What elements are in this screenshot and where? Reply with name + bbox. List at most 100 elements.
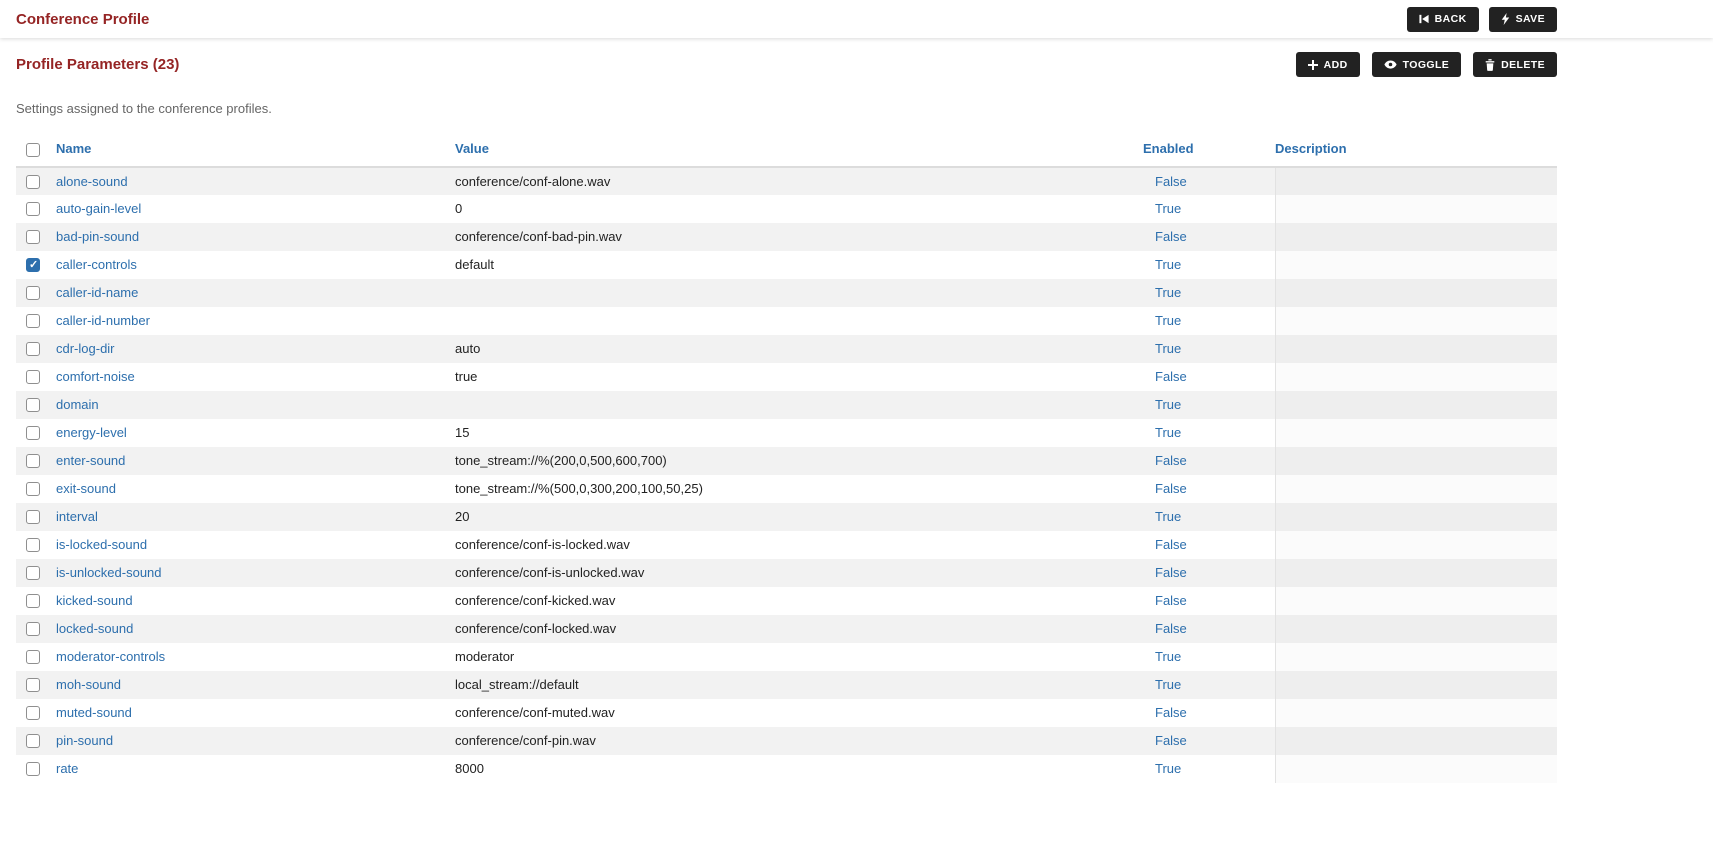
param-enabled-link[interactable]: False <box>1155 733 1187 748</box>
back-button[interactable]: BACK <box>1407 7 1479 32</box>
param-description <box>1275 167 1557 195</box>
param-enabled-link[interactable]: True <box>1155 397 1181 412</box>
param-description <box>1275 671 1557 699</box>
row-checkbox[interactable] <box>26 286 40 300</box>
param-name-link[interactable]: kicked-sound <box>56 593 133 608</box>
param-value: conference/conf-muted.wav <box>455 699 1143 727</box>
params-table-body: alone-sound conference/conf-alone.wav Fa… <box>16 167 1557 783</box>
trash-icon <box>1485 59 1495 71</box>
param-description <box>1275 363 1557 391</box>
param-enabled-link[interactable]: True <box>1155 425 1181 440</box>
param-name-link[interactable]: locked-sound <box>56 621 133 636</box>
save-button[interactable]: SAVE <box>1489 7 1557 32</box>
row-checkbox[interactable] <box>26 566 40 580</box>
param-name-link[interactable]: is-unlocked-sound <box>56 565 162 580</box>
param-enabled-link[interactable]: True <box>1155 285 1181 300</box>
param-enabled-link[interactable]: False <box>1155 174 1187 189</box>
param-name-link[interactable]: caller-id-number <box>56 313 150 328</box>
param-name-link[interactable]: exit-sound <box>56 481 116 496</box>
column-header-enabled[interactable]: Enabled <box>1143 134 1275 167</box>
param-enabled-link[interactable]: True <box>1155 201 1181 216</box>
param-value: auto <box>455 335 1143 363</box>
param-name-link[interactable]: enter-sound <box>56 453 125 468</box>
param-name-link[interactable]: rate <box>56 761 78 776</box>
bolt-icon <box>1501 13 1510 25</box>
column-header-description[interactable]: Description <box>1275 134 1557 167</box>
table-row: cdr-log-dir auto True <box>16 335 1557 363</box>
param-enabled-link[interactable]: False <box>1155 537 1187 552</box>
params-table: Name Value Enabled Description alone-sou… <box>16 134 1557 783</box>
param-value: conference/conf-pin.wav <box>455 727 1143 755</box>
select-all-checkbox[interactable] <box>26 143 40 157</box>
row-checkbox[interactable] <box>26 650 40 664</box>
row-checkbox[interactable] <box>26 482 40 496</box>
table-row: kicked-sound conference/conf-kicked.wav … <box>16 587 1557 615</box>
table-row: interval 20 True <box>16 503 1557 531</box>
param-enabled-link[interactable]: True <box>1155 341 1181 356</box>
row-checkbox[interactable] <box>26 706 40 720</box>
param-enabled-link[interactable]: False <box>1155 565 1187 580</box>
row-checkbox[interactable] <box>26 538 40 552</box>
row-checkbox[interactable] <box>26 370 40 384</box>
row-checkbox[interactable] <box>26 342 40 356</box>
column-header-name[interactable]: Name <box>56 134 455 167</box>
toolbar-actions: ADD TOGGLE DELETE <box>1296 52 1557 77</box>
row-checkbox[interactable] <box>26 454 40 468</box>
param-name-link[interactable]: alone-sound <box>56 174 128 189</box>
row-checkbox[interactable] <box>26 594 40 608</box>
param-enabled-link[interactable]: True <box>1155 313 1181 328</box>
row-checkbox[interactable] <box>26 258 40 272</box>
delete-button[interactable]: DELETE <box>1473 52 1557 77</box>
row-checkbox[interactable] <box>26 230 40 244</box>
param-value <box>455 391 1143 419</box>
param-enabled-link[interactable]: False <box>1155 621 1187 636</box>
param-value: conference/conf-alone.wav <box>455 167 1143 195</box>
param-name-link[interactable]: pin-sound <box>56 733 113 748</box>
row-checkbox[interactable] <box>26 314 40 328</box>
param-name-link[interactable]: energy-level <box>56 425 127 440</box>
param-enabled-link[interactable]: False <box>1155 593 1187 608</box>
param-enabled-link[interactable]: True <box>1155 649 1181 664</box>
row-checkbox[interactable] <box>26 202 40 216</box>
param-name-link[interactable]: bad-pin-sound <box>56 229 139 244</box>
param-name-link[interactable]: moh-sound <box>56 677 121 692</box>
param-description <box>1275 615 1557 643</box>
table-row: domain True <box>16 391 1557 419</box>
param-name-link[interactable]: auto-gain-level <box>56 201 141 216</box>
toggle-button[interactable]: TOGGLE <box>1372 52 1462 77</box>
param-name-link[interactable]: moderator-controls <box>56 649 165 664</box>
param-name-link[interactable]: interval <box>56 509 98 524</box>
param-enabled-link[interactable]: True <box>1155 761 1181 776</box>
param-name-link[interactable]: caller-controls <box>56 257 137 272</box>
column-header-value[interactable]: Value <box>455 134 1143 167</box>
param-name-link[interactable]: cdr-log-dir <box>56 341 115 356</box>
param-description <box>1275 223 1557 251</box>
toggle-button-label: TOGGLE <box>1403 59 1450 71</box>
param-enabled-link[interactable]: False <box>1155 453 1187 468</box>
param-name-link[interactable]: caller-id-name <box>56 285 138 300</box>
table-row: comfort-noise true False <box>16 363 1557 391</box>
row-checkbox[interactable] <box>26 762 40 776</box>
param-enabled-link[interactable]: True <box>1155 509 1181 524</box>
param-description <box>1275 755 1557 783</box>
row-checkbox[interactable] <box>26 678 40 692</box>
param-enabled-link[interactable]: True <box>1155 257 1181 272</box>
param-enabled-link[interactable]: False <box>1155 229 1187 244</box>
param-name-link[interactable]: muted-sound <box>56 705 132 720</box>
row-checkbox[interactable] <box>26 175 40 189</box>
add-button[interactable]: ADD <box>1296 52 1360 77</box>
row-checkbox[interactable] <box>26 734 40 748</box>
param-name-link[interactable]: is-locked-sound <box>56 537 147 552</box>
param-enabled-link[interactable]: True <box>1155 677 1181 692</box>
param-name-link[interactable]: comfort-noise <box>56 369 135 384</box>
param-enabled-link[interactable]: False <box>1155 705 1187 720</box>
add-button-label: ADD <box>1324 59 1348 71</box>
row-checkbox[interactable] <box>26 398 40 412</box>
param-enabled-link[interactable]: False <box>1155 369 1187 384</box>
row-checkbox[interactable] <box>26 426 40 440</box>
row-checkbox[interactable] <box>26 622 40 636</box>
row-checkbox[interactable] <box>26 510 40 524</box>
param-description <box>1275 335 1557 363</box>
param-name-link[interactable]: domain <box>56 397 99 412</box>
param-enabled-link[interactable]: False <box>1155 481 1187 496</box>
